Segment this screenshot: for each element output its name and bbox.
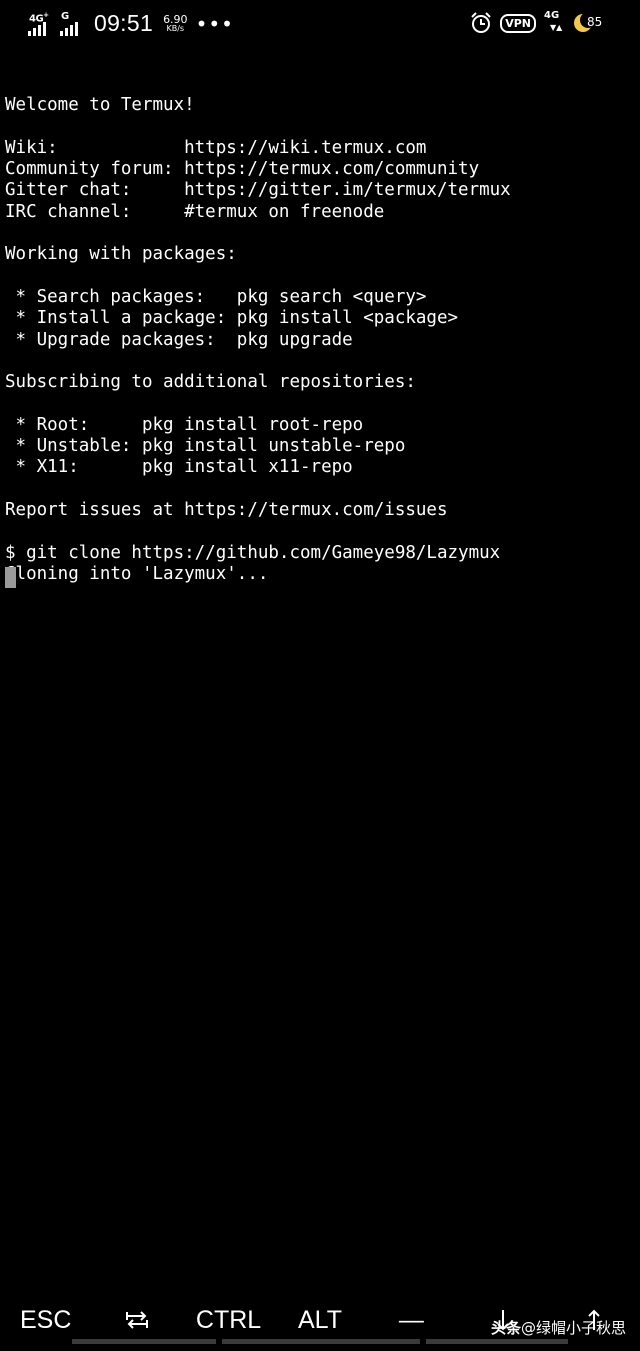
terminal-line: * Unstable: pkg install unstable-repo xyxy=(5,436,406,457)
esc-key[interactable]: ESC xyxy=(0,1296,91,1344)
terminal-line: Cloning into 'Lazymux'... xyxy=(5,563,269,584)
terminal-line: * Search packages: pkg search <query> xyxy=(5,286,427,307)
alarm-icon xyxy=(471,12,491,33)
dash-key[interactable]: — xyxy=(366,1296,457,1344)
terminal-line: * X11: pkg install x11-repo xyxy=(5,457,353,478)
status-bar: 4G+ G 09:51 6.90 KB/s ••• VPN 4G ▼▲ 85 xyxy=(0,0,640,52)
extra-keys-divider xyxy=(0,1338,640,1344)
signal-strength-icon-2: G xyxy=(60,11,88,36)
terminal-line: * Root: pkg install root-repo xyxy=(5,414,364,435)
terminal-line: Working with packages: xyxy=(5,244,237,265)
terminal-line: Subscribing to additional repositories: xyxy=(5,372,416,393)
status-bar-right: VPN 4G ▼▲ 85 xyxy=(462,10,610,34)
status-time: 09:51 xyxy=(94,10,154,36)
terminal-line: * Upgrade packages: pkg upgrade xyxy=(5,329,353,350)
status-bar-left: 4G+ G 09:51 6.90 KB/s ••• xyxy=(28,10,234,37)
signal-strength-icon: 4G+ xyxy=(28,11,56,36)
terminal-line: $ git clone https://github.com/Gameye98/… xyxy=(5,542,501,563)
watermark: 头条@绿帽小子秋思 xyxy=(491,1317,626,1338)
terminal-output[interactable]: Welcome to Termux! Wiki: https://wiki.ter… xyxy=(5,74,635,585)
tab-key[interactable] xyxy=(91,1296,182,1344)
alt-key-label: ALT xyxy=(297,1305,342,1334)
mobile-data-icon: 4G ▼▲ xyxy=(544,10,563,32)
terminal-line: * Install a package: pkg install <packag… xyxy=(5,308,459,329)
terminal-line: Welcome to Termux! xyxy=(5,95,195,116)
watermark-handle: @绿帽小子秋思 xyxy=(520,1319,626,1337)
ctrl-key-label: CTRL xyxy=(195,1305,262,1334)
tab-icon xyxy=(126,1311,149,1329)
network-speed-unit: KB/s xyxy=(166,23,185,33)
esc-key-label: ESC xyxy=(20,1305,72,1334)
terminal-cursor xyxy=(5,567,16,588)
battery-icon: 85 xyxy=(574,12,610,34)
terminal-line: Wiki: https://wiki.termux.com xyxy=(5,137,427,158)
battery-level: 85 xyxy=(587,15,603,29)
more-notifications-icon: ••• xyxy=(195,11,234,36)
dash-key-label: — xyxy=(398,1305,424,1334)
terminal-line: Report issues at https://termux.com/issu… xyxy=(5,499,448,520)
terminal-line: Community forum: https://termux.com/comm… xyxy=(5,159,480,180)
network-speed-value: 6.90 xyxy=(163,12,188,26)
network-speed: 6.90 KB/s xyxy=(163,12,188,33)
terminal-line: Gitter chat: https://gitter.im/termux/te… xyxy=(5,180,511,201)
ctrl-key[interactable]: CTRL xyxy=(183,1296,274,1344)
watermark-brand: 头条 xyxy=(490,1319,521,1337)
vpn-badge: VPN xyxy=(500,13,536,33)
alt-key[interactable]: ALT xyxy=(274,1296,365,1344)
terminal-line: IRC channel: #termux on freenode xyxy=(5,201,385,222)
